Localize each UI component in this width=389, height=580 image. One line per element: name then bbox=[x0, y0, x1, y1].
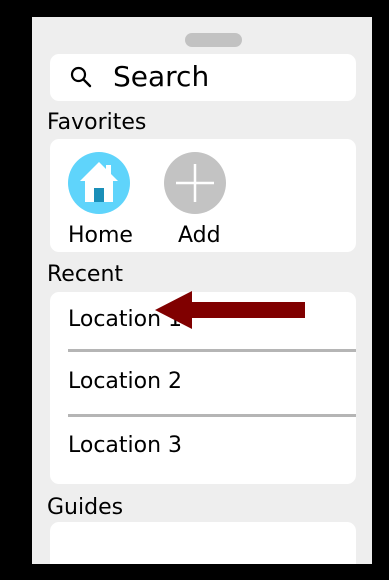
sheet-grabber-handle[interactable] bbox=[185, 33, 242, 47]
favorite-home-button[interactable] bbox=[68, 152, 130, 214]
guides-heading: Guides bbox=[47, 495, 124, 520]
plus-icon bbox=[176, 164, 214, 202]
home-icon bbox=[80, 162, 118, 202]
divider bbox=[68, 349, 356, 352]
arrow-left-icon bbox=[155, 291, 305, 329]
favorites-card: Home Add bbox=[50, 139, 356, 252]
phone-frame: Search Favorites Home Add Recent Locatio… bbox=[0, 0, 389, 580]
recent-heading: Recent bbox=[47, 262, 124, 287]
search-bar[interactable]: Search bbox=[50, 54, 356, 101]
search-icon bbox=[69, 65, 93, 89]
guides-card[interactable] bbox=[50, 522, 356, 564]
favorite-add-button[interactable] bbox=[164, 152, 226, 214]
favorite-home-label: Home bbox=[68, 223, 133, 248]
search-placeholder: Search bbox=[113, 60, 210, 93]
recent-item-label: Location 2 bbox=[68, 369, 183, 394]
favorites-heading: Favorites bbox=[47, 110, 147, 135]
recent-item-location-2[interactable]: Location 2 bbox=[50, 354, 356, 416]
favorite-add-label: Add bbox=[178, 223, 221, 248]
recent-item-label: Location 3 bbox=[68, 433, 183, 458]
recent-item-location-3[interactable]: Location 3 bbox=[50, 418, 356, 480]
divider bbox=[68, 414, 356, 417]
